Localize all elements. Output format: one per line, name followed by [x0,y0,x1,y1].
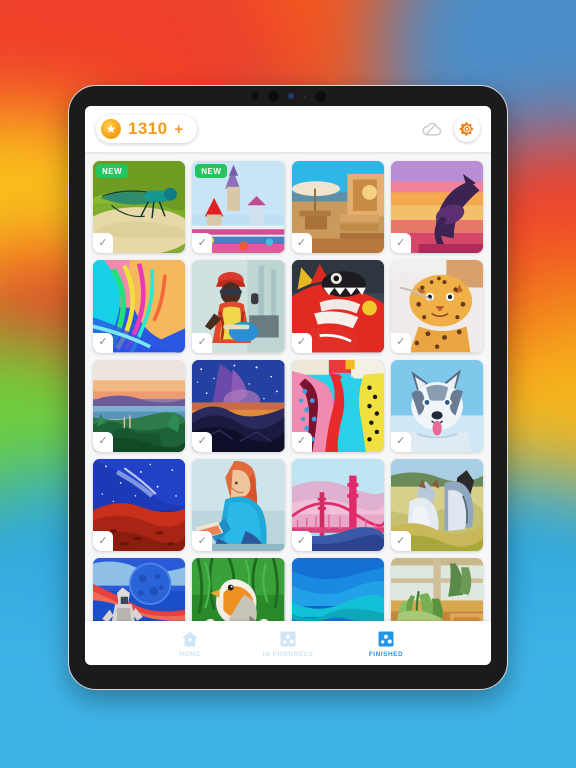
painting-tile-colorful-pattern-abstract[interactable]: ✓ [291,359,384,452]
bottom-navigation-bar: HOME IN PROGRESS FINISHED [85,621,491,665]
completed-check-icon: ✓ [93,332,113,353]
settings-button[interactable] [454,116,480,142]
camera-lens-icon [267,90,279,102]
nav-item-in-progress[interactable]: IN PROGRESS [257,629,319,658]
in-progress-icon [280,631,296,646]
coin-count-label: 1310 [128,119,168,138]
finished-paintings-grid: NEW ✓ NEW ✓ ✓ ✓ ✓ ✓ ✓ ✓ ✓ ✓ ✓ ✓ ✓ ✓ ✓ ✓ [85,152,491,621]
painting-tile-astronaut-blue-moon[interactable]: ✓ [93,558,186,621]
painting-tile-spider-plant-window[interactable]: ✓ [390,558,483,621]
nav-label-finished: FINISHED [368,650,404,658]
top-bar-actions [419,116,480,142]
completed-check-icon: ✓ [192,531,213,551]
new-badge: NEW [195,164,228,178]
cloud-off-icon [422,122,442,136]
microphone-icon [302,94,306,98]
finished-icon [378,631,394,646]
painting-tile-dragonfly-on-wheat[interactable]: NEW ✓ [93,161,186,254]
completed-check-icon: ✓ [93,531,113,551]
completed-check-icon: ✓ [291,431,312,452]
painting-tile-beach-cafe-umbrella[interactable]: ✓ [291,161,384,254]
completed-check-icon: ✓ [390,431,411,452]
painting-tile-european-town-cathedral[interactable]: NEW ✓ [192,161,285,254]
camera-lens-icon [250,92,259,100]
painting-tile-robin-bird-blossoms[interactable]: ✓ [192,558,285,621]
nav-item-finished[interactable]: FINISHED [355,629,417,658]
completed-check-icon: ✓ [390,233,411,254]
painting-art [93,558,186,621]
star-coin-icon: ★ [101,119,121,139]
painting-tile-snow-leopard-portrait[interactable]: ✓ [390,260,483,353]
painting-tile-yoga-pose-sunset[interactable]: ✓ [390,161,483,254]
gear-icon [459,122,473,136]
painting-tile-blue-aurora-ocean[interactable]: ✓ [291,558,384,621]
painting-art [390,558,483,621]
painting-tile-woman-reading-book[interactable]: ✓ [192,458,285,551]
painting-tile-guitarist-red-hat[interactable]: ✓ [192,260,285,353]
completed-check-icon: ✓ [291,332,312,353]
painting-tile-two-horses-field[interactable]: ✓ [390,458,483,551]
top-bar: ★ 1310 + [85,106,491,152]
painting-tile-chinese-dragon-head[interactable]: ✓ [291,260,384,353]
painting-tile-rainbow-feather-abstract[interactable]: ✓ [93,260,186,353]
completed-check-icon: ✓ [93,431,113,452]
device-camera-array [69,86,507,106]
completed-check-icon: ✓ [93,233,113,254]
completed-check-icon: ✓ [390,332,411,353]
painting-tile-starry-night-mountains[interactable]: ✓ [192,359,285,452]
sensor-icon [287,93,294,99]
painting-tile-red-desert-milky-way[interactable]: ✓ [93,458,186,551]
add-coins-label: + [174,120,184,138]
completed-check-icon: ✓ [390,531,411,551]
gallery-scroll-area[interactable]: NEW ✓ NEW ✓ ✓ ✓ ✓ ✓ ✓ ✓ ✓ ✓ ✓ ✓ ✓ ✓ ✓ ✓ [85,152,491,621]
nav-label-home: HOME [179,650,201,658]
painting-tile-tropical-lake-sunset[interactable]: ✓ [93,359,186,452]
completed-check-icon: ✓ [192,431,213,452]
completed-check-icon: ✓ [192,332,213,353]
painting-tile-siberian-husky-portrait[interactable]: ✓ [390,359,483,452]
cloud-off-button[interactable] [419,116,445,142]
home-icon [182,631,198,646]
nav-label-in-progress: IN PROGRESS [262,650,314,658]
painting-art [291,558,384,621]
painting-art [192,558,285,621]
nav-item-home[interactable]: HOME [159,629,221,658]
completed-check-icon: ✓ [291,531,312,551]
painting-tile-golden-gate-bridge-pink[interactable]: ✓ [291,458,384,551]
tablet-device-frame: ★ 1310 + NEW ✓ NEW ✓ ✓ ✓ ✓ ✓ ✓ ✓ ✓ ✓ ✓ ✓… [68,85,508,690]
completed-check-icon: ✓ [291,233,312,254]
new-badge: NEW [96,164,129,178]
completed-check-icon: ✓ [192,233,213,254]
camera-lens-icon [314,90,326,102]
app-screen: ★ 1310 + NEW ✓ NEW ✓ ✓ ✓ ✓ ✓ ✓ ✓ ✓ ✓ ✓ ✓… [85,106,491,665]
coin-balance-button[interactable]: ★ 1310 + [96,115,198,143]
